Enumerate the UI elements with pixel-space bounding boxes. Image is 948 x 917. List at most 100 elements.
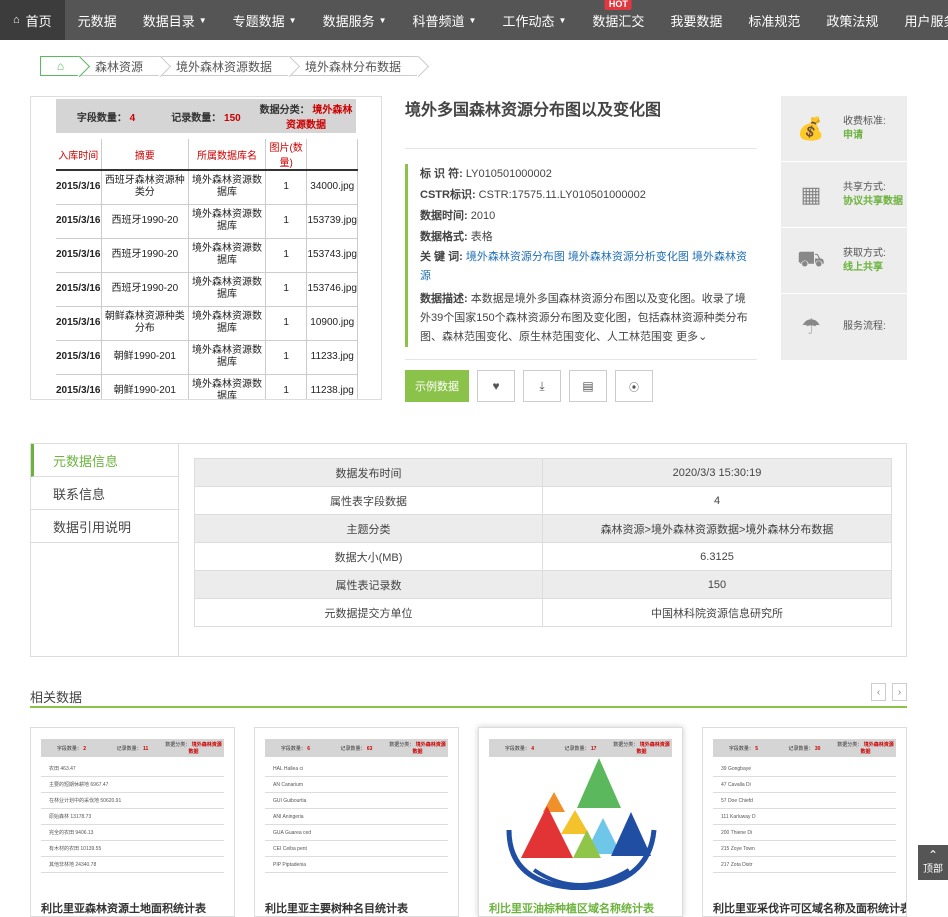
nav-item[interactable]: 用户服务▼ (891, 0, 948, 40)
related-card[interactable]: 字段数量： 4 记录数量： 17 数据分类： 境外森林资源数据 利比里亚油棕种植区域名… (478, 727, 683, 917)
metadata-value: 中国林科院资源信息研究所 (542, 598, 892, 627)
dataset-preview-image[interactable]: 字段数量： 4 记录数量： 150 数据分类： 境外森林资源数据 入库时间 摘要所… (30, 96, 382, 400)
metadata-section: 元数据信息 联系信息 数据引用说明 数据发布时间 2020/3/3 15:30:1… (30, 443, 907, 657)
card-record-count: 记录数量： 11 (116, 745, 149, 752)
identifier-row: 标 识 符: LY010501000002 (420, 168, 552, 180)
preview-row: 2015/3/16 西班牙1990-20 境外森林资源数据库 1 153739.jpg (56, 204, 358, 239)
card-thumb-table: HAL Hallea ci AN Canarium GUI Guibourtia AN… (265, 761, 448, 873)
breadcrumb-home[interactable]: ⌂ (40, 56, 80, 76)
card-field-count: 字段数量： 2 (56, 745, 87, 752)
nav-item[interactable]: 数据服务 ▼ (310, 0, 400, 40)
related-card-title[interactable]: 利比里亚森林资源土地面积统计表 (41, 900, 206, 916)
nav-item[interactable]: 专题数据 ▼ (220, 0, 310, 40)
preview-cell: 2015/3/16 (56, 306, 102, 341)
caret-down-icon: ▼ (378, 15, 387, 25)
breadcrumb-item[interactable]: 境外森林分布数据 (290, 56, 420, 76)
nav-item-label: 用户服务 (904, 13, 948, 29)
forest-logo-image (506, 758, 657, 890)
card-thumb-row: AN Canarium (265, 777, 448, 793)
nav-item[interactable]: 科普频道 ▼ (400, 0, 490, 40)
related-card[interactable]: 字段数量： 2 记录数量： 11 数据分类： 境外森林资源数据 农田 463.47 主要… (30, 727, 235, 917)
preview-category: 数据分类： 境外森林资源数据 (259, 105, 353, 131)
next-button[interactable]: › (892, 683, 907, 701)
preview-cell: 境外森林资源数据库 (188, 170, 266, 205)
metadata-row: 属性表字段数据 4 (194, 486, 892, 515)
calendar-icon: ▦ (800, 181, 822, 207)
prev-button[interactable]: ‹ (871, 683, 886, 701)
preview-cell: 1 (265, 340, 308, 375)
rss-button[interactable]: ⦿ (615, 370, 653, 402)
nav-item[interactable]: 政策法规 (813, 0, 891, 40)
favorite-button[interactable]: ♥ (477, 370, 515, 402)
nav-item[interactable]: 标准规范 (735, 0, 813, 40)
caret-down-icon: ▼ (288, 15, 297, 25)
preview-row: 2015/3/16 西班牙1990-20 境外森林资源数据库 1 153743.jpg (56, 238, 358, 273)
tab-citation[interactable]: 数据引用说明 (31, 510, 178, 543)
nav-item[interactable]: 元数据 (65, 0, 130, 40)
tab-contact-info[interactable]: 联系信息 (31, 477, 178, 510)
nav-home[interactable]: ⌂ 首页 (0, 0, 65, 40)
related-section-title: 相关数据 (30, 690, 83, 705)
metadata-value: 6.3125 (542, 542, 892, 571)
tab-metadata-info[interactable]: 元数据信息 (31, 444, 178, 477)
card-thumb-row: 39 Gongbaye (713, 761, 896, 777)
share-item: ▦ 共享方式: 协议共享数据 (781, 162, 907, 228)
card-field-count: 字段数量： 6 (280, 745, 311, 752)
back-to-top-button[interactable]: ⌃ 顶部 (918, 845, 948, 880)
preview-cell: 1 (265, 238, 308, 273)
related-card-title[interactable]: 利比里亚采伐许可区域名称及面积统计表 (713, 900, 906, 916)
nav-item-label: 标准规范 (748, 13, 801, 29)
nav-item-label: 数据服务 (322, 13, 375, 29)
related-card-title[interactable]: 利比里亚油棕种植区域名称统计表 (489, 900, 654, 916)
nav-item[interactable]: HOT 数据汇交 (579, 0, 657, 40)
breadcrumb-item[interactable]: 境外森林资源数据 (161, 56, 291, 76)
download-button[interactable]: ⤓ (523, 370, 561, 402)
metadata-row: 属性表记录数 150 (194, 570, 892, 599)
preview-cell: 153743.jpg (306, 238, 358, 273)
cart-button[interactable]: ▤ (569, 370, 607, 402)
card-thumb-row: 在林业计划中的采伐地 50620.91 (41, 793, 224, 809)
dataset-info: 标 识 符: LY010501000002 CSTR标识: CSTR:17575… (405, 164, 750, 347)
card-thumb-row: 完全的农田 9406.13 (41, 825, 224, 841)
preview-cell: 153746.jpg (306, 272, 358, 307)
related-card-title[interactable]: 利比里亚主要树种名目统计表 (265, 900, 408, 916)
preview-cell: 10900.jpg (306, 306, 358, 341)
card-thumb-row: 217 Zota Distr (713, 857, 896, 873)
metadata-value: 森林资源>境外森林资源数据>境外森林分布数据 (542, 514, 892, 543)
card-record-count: 记录数量： 63 (340, 745, 373, 752)
keyword-link[interactable]: 境外森林资源分布图 (466, 251, 565, 263)
metadata-row: 数据发布时间 2020/3/3 15:30:19 (194, 458, 892, 487)
related-card[interactable]: 字段数量： 5 记录数量： 30 数据分类： 境外森林资源数据 39 Gongbaye… (702, 727, 907, 917)
preview-cell: 西班牙森林资源种类分 (101, 170, 190, 205)
card-thumb-header: 字段数量： 6 记录数量： 63 数据分类： 境外森林资源数据 (265, 739, 448, 757)
metadata-row: 主题分类 森林资源>境外森林资源数据>境外森林分布数据 (194, 514, 892, 543)
breadcrumb-item[interactable]: 森林资源 (80, 56, 162, 76)
preview-column-header (306, 139, 358, 171)
related-card[interactable]: 字段数量： 6 记录数量： 63 数据分类： 境外森林资源数据 HAL Hallea … (254, 727, 459, 917)
sample-data-button[interactable]: 示例数据 (405, 370, 469, 402)
preview-column-header: 摘要 (101, 139, 190, 171)
process-item[interactable]: ☂ 服务流程: (781, 294, 907, 360)
preview-cell: 西班牙1990-20 (101, 272, 190, 307)
metadata-table: 数据发布时间 2020/3/3 15:30:19 属性表字段数据 4 主题分类 森林资源>… (194, 458, 892, 627)
keyword-link[interactable]: 境外森林资源分析变化图 (568, 251, 689, 263)
chevron-left-icon: ‹ (876, 686, 881, 698)
preview-cell: 1 (265, 272, 308, 307)
breadcrumb-label: 境外森林资源数据 (176, 59, 273, 74)
preview-cell: 境外森林资源数据库 (188, 374, 266, 399)
more-link[interactable]: 更多⌄ (676, 331, 707, 343)
preview-row: 2015/3/16 西班牙1990-20 境外森林资源数据库 1 153746.jpg (56, 272, 358, 307)
nav-item[interactable]: 数据目录 ▼ (130, 0, 220, 40)
home-icon: ⌂ (13, 14, 20, 26)
caret-down-icon: ▼ (468, 15, 477, 25)
card-thumb-table: 39 Gongbaye 47 Cavalla Di 57 Doe Chiefd 111… (713, 761, 896, 873)
preview-cell: 境外森林资源数据库 (188, 272, 266, 307)
preview-cell: 1 (265, 374, 308, 399)
nav-item[interactable]: 我要数据 (657, 0, 735, 40)
card-thumb-table: 农田 463.47 主要的短期休耕地 6967.47 在林业计划中的采伐地 5062… (41, 761, 224, 873)
nav-item[interactable]: 工作动态 ▼ (489, 0, 579, 40)
metadata-row: 元数据提交方单位 中国林科院资源信息研究所 (194, 598, 892, 627)
preview-column-header: 图片(数量) (265, 139, 308, 171)
metadata-key: 元数据提交方单位 (194, 598, 543, 627)
card-thumb-header: 字段数量： 5 记录数量： 30 数据分类： 境外森林资源数据 (713, 739, 896, 757)
